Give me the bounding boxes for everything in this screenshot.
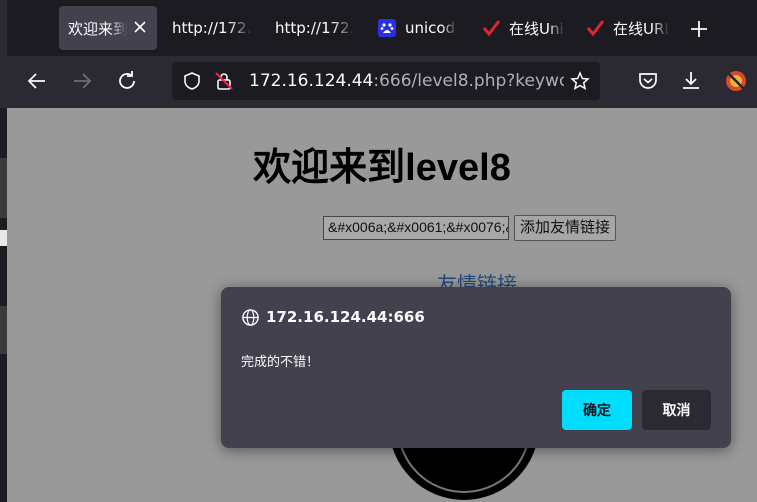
tab-url-encode[interactable]: 在线URL编码	[576, 6, 672, 50]
checkmark-icon	[586, 20, 604, 37]
tab-label: 在线Unicode编码	[509, 19, 565, 38]
tab-label: unicode	[405, 19, 457, 37]
keyword-input[interactable]: &#x006a;&#x0061;&#x0076;&#x0061;	[323, 216, 509, 240]
tab-label: http://172.16.124.44:666/	[275, 19, 355, 37]
bookmark-star-icon[interactable]	[570, 71, 590, 91]
page-heading: 欢迎来到level8	[253, 147, 511, 189]
extension-icon[interactable]	[724, 69, 748, 93]
tab-label: 欢迎来到level8	[68, 19, 128, 38]
address-bar[interactable]: 172.16.124.44:666/level8.php?keyword=	[172, 62, 600, 100]
navigation-toolbar: 172.16.124.44:666/level8.php?keyword=	[0, 56, 757, 108]
tab-level8[interactable]: 欢迎来到level8	[59, 6, 157, 50]
tab-url-2[interactable]: http://172.16.124.44:666/	[265, 6, 360, 50]
dialog-origin-title: 172.16.124.44:666	[266, 308, 425, 326]
insecure-lock-icon[interactable]	[214, 71, 234, 91]
add-friend-link-button[interactable]: 添加友情链接	[514, 215, 617, 241]
close-tab-icon[interactable]	[133, 20, 147, 34]
baidu-icon	[378, 19, 396, 37]
alert-dialog: 172.16.124.44:666 完成的不错！ 确定 取消	[221, 287, 731, 448]
tab-label: http://172.16.124.44:666/	[172, 19, 252, 37]
dialog-message: 完成的不错！	[241, 355, 320, 370]
cancel-button[interactable]: 取消	[642, 390, 711, 430]
window-edge	[0, 0, 7, 56]
ok-button[interactable]: 确定	[562, 390, 632, 430]
checkmark-icon	[482, 20, 500, 37]
tab-url-1[interactable]: http://172.16.124.44:666/	[162, 6, 257, 50]
reload-icon[interactable]	[115, 69, 139, 93]
tab-unicode-encode[interactable]: 在线Unicode编码	[472, 6, 568, 50]
url-host: 172.16.124.44	[249, 71, 374, 91]
tab-label: 在线URL编码	[613, 19, 669, 38]
shield-icon[interactable]	[182, 71, 202, 91]
forward-icon[interactable]	[70, 69, 94, 93]
globe-icon	[242, 309, 259, 326]
background-window-edge	[0, 108, 7, 502]
new-tab-icon[interactable]	[688, 18, 710, 40]
url-path: :666/level8.php?keyword=	[373, 71, 564, 91]
url-text[interactable]: 172.16.124.44:666/level8.php?keyword=	[249, 71, 564, 91]
pocket-icon[interactable]	[636, 69, 660, 93]
tab-unicode[interactable]: unicode	[368, 6, 464, 50]
back-icon[interactable]	[25, 69, 49, 93]
download-icon[interactable]	[679, 69, 703, 93]
tab-strip: 欢迎来到level8 http://172.16.124.44:666/ htt…	[0, 0, 757, 56]
